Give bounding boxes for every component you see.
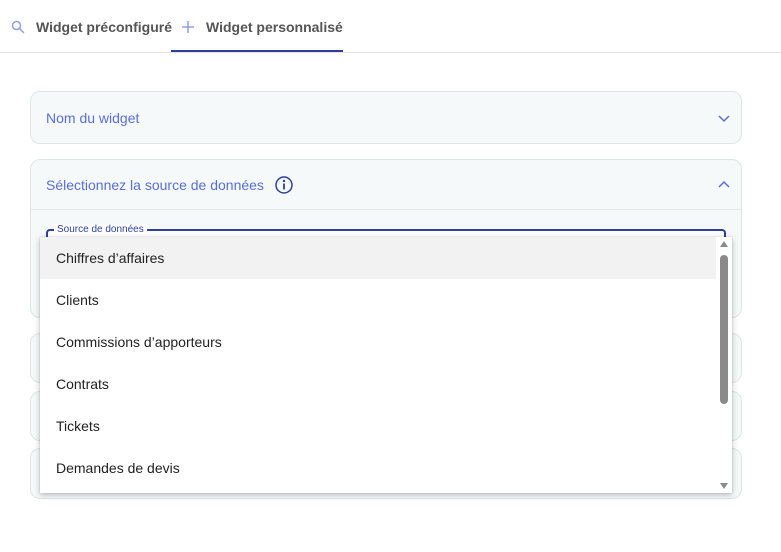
tab-label: Widget préconfiguré <box>36 18 172 35</box>
dropdown-option[interactable]: Chiffres d’affaires <box>40 237 716 279</box>
tab-custom-widget[interactable]: Widget personnalisé <box>180 0 343 53</box>
dropdown-option[interactable]: Commissions d’apporteurs <box>40 321 716 363</box>
scrollbar[interactable] <box>716 237 732 493</box>
chevron-up-icon <box>717 178 731 192</box>
accordion-header-widget-name[interactable]: Nom du widget <box>31 92 741 143</box>
dropdown-option[interactable]: Tickets <box>40 405 716 447</box>
info-icon[interactable] <box>274 175 294 195</box>
tab-bar: Widget préconfiguré Widget personnalisé <box>0 0 781 53</box>
scroll-up-arrow-icon[interactable] <box>720 241 728 247</box>
data-source-dropdown: Chiffres d’affaires Clients Commissions … <box>40 237 732 493</box>
search-icon <box>10 19 26 35</box>
tab-label: Widget personnalisé <box>206 18 343 35</box>
accordion-header-data-source[interactable]: Sélectionnez la source de données <box>31 160 741 210</box>
panel-title: Sélectionnez la source de données <box>46 176 264 193</box>
scroll-down-arrow-icon[interactable] <box>720 483 728 489</box>
tab-preconfigured-widget[interactable]: Widget préconfiguré <box>10 0 172 53</box>
plus-icon <box>180 19 196 35</box>
dropdown-option[interactable]: Demandes de devis <box>40 447 716 489</box>
dropdown-option[interactable]: Contrats <box>40 363 716 405</box>
dropdown-option[interactable]: Clients <box>40 279 716 321</box>
panel-title: Nom du widget <box>46 109 140 126</box>
chevron-down-icon <box>717 111 731 125</box>
active-tab-indicator <box>171 50 343 52</box>
accordion-widget-name: Nom du widget <box>30 91 742 144</box>
scrollbar-thumb[interactable] <box>720 255 728 404</box>
data-source-label: Source de données <box>54 224 147 236</box>
